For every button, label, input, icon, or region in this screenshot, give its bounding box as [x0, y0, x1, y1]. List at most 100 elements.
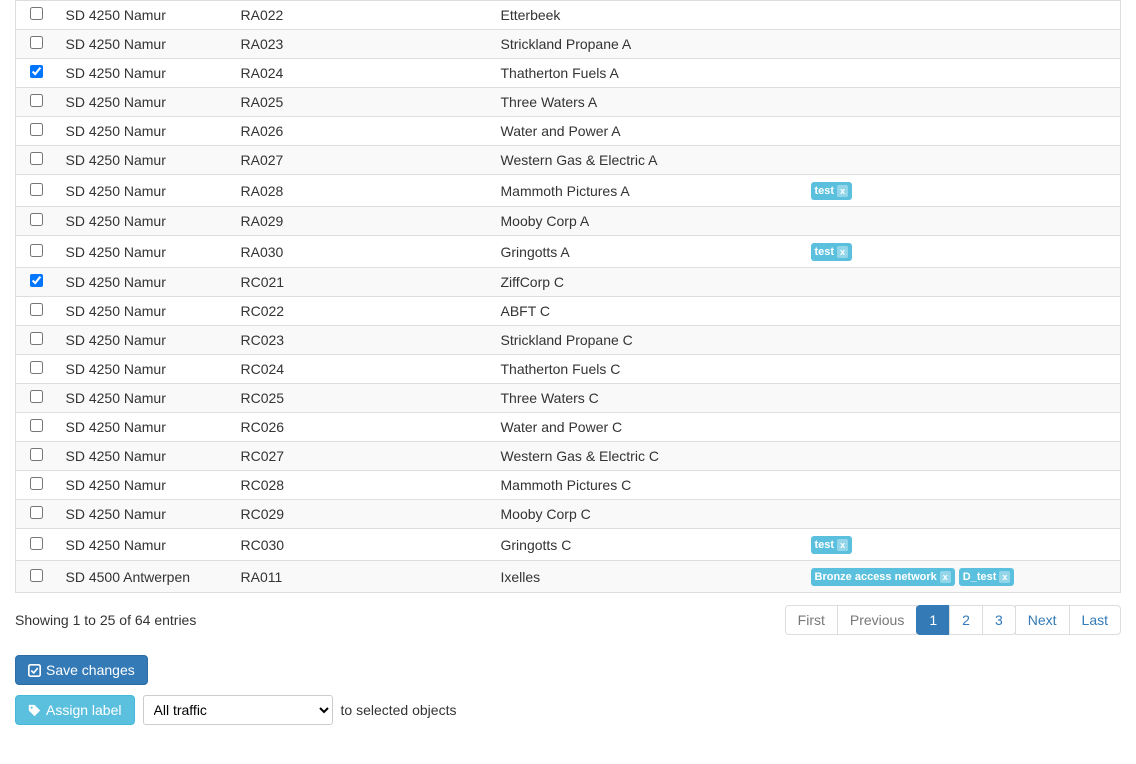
row-tags — [803, 442, 1121, 471]
table-row: SD 4250 NamurRC023Strickland Propane C — [16, 326, 1121, 355]
row-checkbox[interactable] — [30, 537, 43, 550]
assign-label-text: Assign label — [46, 702, 122, 718]
row-checkbox[interactable] — [30, 7, 43, 20]
row-tags: testx — [803, 529, 1121, 561]
table-row: SD 4250 NamurRC026Water and Power C — [16, 413, 1121, 442]
row-code: RC029 — [233, 500, 493, 529]
assign-suffix-text: to selected objects — [341, 702, 457, 718]
check-square-icon — [28, 664, 41, 677]
page-next-button[interactable]: Next — [1015, 605, 1070, 635]
tag-badge: D_testx — [959, 568, 1015, 586]
page-first-button[interactable]: First — [785, 605, 838, 635]
row-checkbox[interactable] — [30, 506, 43, 519]
row-tags: testx — [803, 236, 1121, 268]
row-checkbox[interactable] — [30, 569, 43, 582]
row-name: SD 4250 Namur — [58, 175, 233, 207]
row-code: RA023 — [233, 30, 493, 59]
row-checkbox[interactable] — [30, 94, 43, 107]
table-row: SD 4250 NamurRA022Etterbeek — [16, 1, 1121, 30]
row-code: RA027 — [233, 146, 493, 175]
row-checkbox[interactable] — [30, 390, 43, 403]
row-tags — [803, 146, 1121, 175]
table-row: SD 4250 NamurRC028Mammoth Pictures C — [16, 471, 1121, 500]
row-name: SD 4250 Namur — [58, 59, 233, 88]
row-checkbox[interactable] — [30, 332, 43, 345]
page-number-button[interactable]: 2 — [949, 605, 983, 635]
row-company: Western Gas & Electric C — [493, 442, 803, 471]
row-checkbox[interactable] — [30, 183, 43, 196]
row-company: Gringotts A — [493, 236, 803, 268]
row-company: Water and Power A — [493, 117, 803, 146]
row-code: RC023 — [233, 326, 493, 355]
tag-remove-icon[interactable]: x — [940, 571, 951, 583]
table-row: SD 4250 NamurRA024Thatherton Fuels A — [16, 59, 1121, 88]
row-name: SD 4250 Namur — [58, 207, 233, 236]
table-row: SD 4250 NamurRC025Three Waters C — [16, 384, 1121, 413]
tag-badge: Bronze access networkx — [811, 568, 955, 586]
row-name: SD 4500 Antwerpen — [58, 561, 233, 593]
tag-remove-icon[interactable]: x — [837, 185, 848, 197]
row-name: SD 4250 Namur — [58, 442, 233, 471]
row-checkbox[interactable] — [30, 419, 43, 432]
row-code: RC024 — [233, 355, 493, 384]
row-company: Thatherton Fuels A — [493, 59, 803, 88]
row-tags — [803, 297, 1121, 326]
tag-remove-icon[interactable]: x — [999, 571, 1010, 583]
table-row: SD 4250 NamurRA025Three Waters A — [16, 88, 1121, 117]
tag-badge: testx — [811, 243, 853, 261]
row-name: SD 4250 Namur — [58, 236, 233, 268]
assign-label-button[interactable]: Assign label — [15, 695, 135, 725]
row-code: RA030 — [233, 236, 493, 268]
row-checkbox[interactable] — [30, 213, 43, 226]
tag-remove-icon[interactable]: x — [837, 246, 848, 258]
row-tags: testx — [803, 175, 1121, 207]
page-previous-button[interactable]: Previous — [837, 605, 917, 635]
row-company: Gringotts C — [493, 529, 803, 561]
row-company: ZiffCorp C — [493, 268, 803, 297]
row-checkbox[interactable] — [30, 303, 43, 316]
row-tags — [803, 117, 1121, 146]
row-company: Strickland Propane A — [493, 30, 803, 59]
row-company: Strickland Propane C — [493, 326, 803, 355]
row-name: SD 4250 Namur — [58, 529, 233, 561]
row-name: SD 4250 Namur — [58, 500, 233, 529]
tag-text: D_test — [963, 571, 997, 583]
page-number-button[interactable]: 1 — [916, 605, 950, 635]
table-row: SD 4250 NamurRC024Thatherton Fuels C — [16, 355, 1121, 384]
row-tags — [803, 355, 1121, 384]
row-company: Western Gas & Electric A — [493, 146, 803, 175]
row-checkbox[interactable] — [30, 448, 43, 461]
data-table: SD 4250 NamurRA022EtterbeekSD 4250 Namur… — [15, 0, 1121, 593]
row-code: RA025 — [233, 88, 493, 117]
row-code: RC021 — [233, 268, 493, 297]
label-select[interactable]: All traffic — [143, 695, 333, 725]
row-name: SD 4250 Namur — [58, 1, 233, 30]
row-checkbox[interactable] — [30, 36, 43, 49]
row-code: RC030 — [233, 529, 493, 561]
tag-remove-icon[interactable]: x — [837, 539, 848, 551]
table-row: SD 4250 NamurRA030Gringotts A testx — [16, 236, 1121, 268]
row-checkbox[interactable] — [30, 477, 43, 490]
row-checkbox[interactable] — [30, 361, 43, 374]
row-name: SD 4250 Namur — [58, 30, 233, 59]
row-code: RA026 — [233, 117, 493, 146]
row-code: RC022 — [233, 297, 493, 326]
row-tags — [803, 413, 1121, 442]
page-last-button[interactable]: Last — [1069, 605, 1121, 635]
row-name: SD 4250 Namur — [58, 413, 233, 442]
row-checkbox[interactable] — [30, 244, 43, 257]
row-company: Three Waters C — [493, 384, 803, 413]
row-company: Mooby Corp A — [493, 207, 803, 236]
row-name: SD 4250 Namur — [58, 88, 233, 117]
save-changes-button[interactable]: Save changes — [15, 655, 148, 685]
row-checkbox[interactable] — [30, 123, 43, 136]
row-checkbox[interactable] — [30, 274, 43, 287]
row-company: Mooby Corp C — [493, 500, 803, 529]
row-checkbox[interactable] — [30, 65, 43, 78]
row-name: SD 4250 Namur — [58, 117, 233, 146]
page-number-button[interactable]: 3 — [982, 605, 1016, 635]
table-row: SD 4250 NamurRC027Western Gas & Electric… — [16, 442, 1121, 471]
tag-text: test — [815, 539, 835, 551]
row-tags — [803, 500, 1121, 529]
row-checkbox[interactable] — [30, 152, 43, 165]
